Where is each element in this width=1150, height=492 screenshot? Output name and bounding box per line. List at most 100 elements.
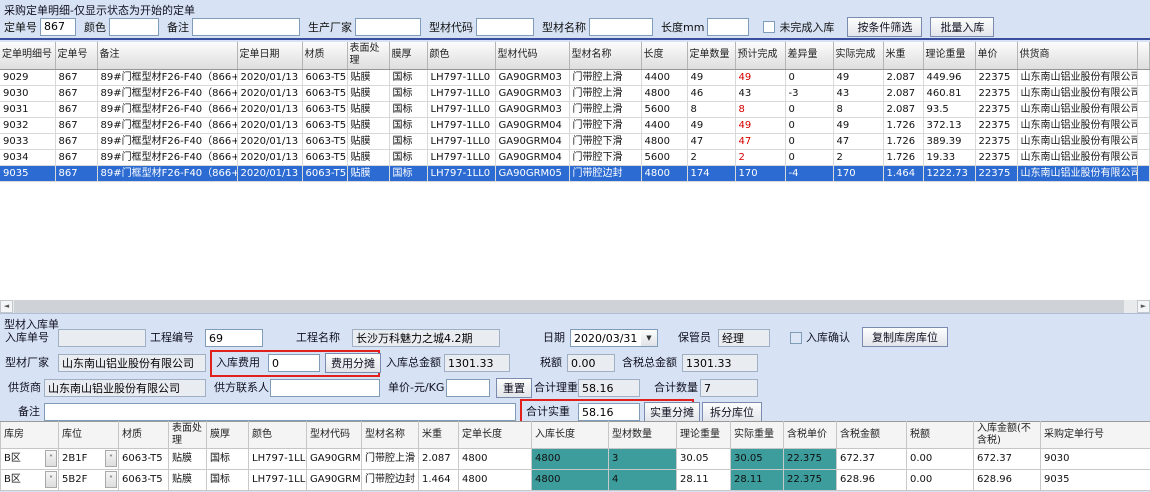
fee-field[interactable] — [268, 354, 320, 372]
column-header[interactable]: 长度 — [641, 42, 687, 69]
profile-code-input[interactable] — [476, 18, 534, 36]
cell[interactable]: 门带腔下滑 — [569, 117, 641, 133]
cell[interactable]: 门带腔上滑 — [362, 449, 419, 470]
cell[interactable]: 4800 — [641, 133, 687, 149]
cell[interactable]: 672.37 — [974, 449, 1041, 470]
cell[interactable]: LH797-1LL0 — [249, 470, 307, 491]
cell[interactable]: 1222.73 — [923, 165, 975, 181]
cell[interactable]: 6063-T5 — [302, 85, 347, 101]
tax-field[interactable] — [567, 354, 615, 372]
cell[interactable]: 89#门框型材F26-F40（866+867） — [97, 101, 237, 117]
cell[interactable]: 3 — [609, 449, 677, 470]
column-header[interactable]: 采购定单行号 — [1041, 422, 1150, 449]
cell[interactable]: ˅B区 — [1, 449, 59, 470]
cell[interactable]: 国标 — [389, 85, 427, 101]
cell[interactable]: 贴膜 — [347, 133, 389, 149]
cell[interactable]: 山东南山铝业股份有限公司 — [1017, 85, 1137, 101]
cell[interactable]: 30.05 — [677, 449, 731, 470]
column-header[interactable]: 表面处理 — [347, 42, 389, 69]
cell[interactable]: GA90GRM04 — [495, 117, 569, 133]
column-header[interactable]: 定单长度 — [459, 422, 532, 449]
column-header[interactable]: 预计完成 — [735, 42, 785, 69]
cell[interactable]: 山东南山铝业股份有限公司 — [1017, 149, 1137, 165]
scroll-left-button[interactable]: ◄ — [0, 300, 13, 313]
cell[interactable]: 9035 — [0, 165, 55, 181]
fee-share-button[interactable]: 费用分摊 — [325, 353, 381, 373]
cell[interactable]: 贴膜 — [169, 449, 207, 470]
cell[interactable]: 9034 — [0, 149, 55, 165]
cell[interactable]: 4800 — [532, 470, 609, 491]
cell[interactable]: 49 — [687, 117, 735, 133]
cell[interactable]: 89#门框型材F26-F40（866+867） — [97, 117, 237, 133]
cell[interactable]: 89#门框型材F26-F40（866+867） — [97, 85, 237, 101]
cell[interactable]: 49 — [833, 69, 883, 85]
column-header[interactable]: 颜色 — [427, 42, 495, 69]
table-row[interactable]: 903586789#门框型材F26-F40（866+867）2020/01/13… — [0, 165, 1150, 181]
cell[interactable]: 49 — [687, 69, 735, 85]
column-header[interactable]: 含税金额 — [837, 422, 907, 449]
cell[interactable]: ˅2B1F — [59, 449, 119, 470]
column-header[interactable]: 库位 — [59, 422, 119, 449]
table-row[interactable]: 902986789#门框型材F26-F40（866+867）2020/01/13… — [0, 69, 1150, 85]
tax-total-field[interactable] — [682, 354, 758, 372]
cell[interactable]: 89#门框型材F26-F40（866+867） — [97, 149, 237, 165]
cell[interactable]: 449.96 — [923, 69, 975, 85]
column-header[interactable]: 单价 — [975, 42, 1017, 69]
cell[interactable]: 1.726 — [883, 133, 923, 149]
factory-field[interactable] — [58, 354, 206, 372]
cell[interactable]: 2.087 — [883, 85, 923, 101]
cell[interactable]: 2020/01/13 — [237, 117, 302, 133]
cell[interactable]: 贴膜 — [347, 149, 389, 165]
cell[interactable]: 门带腔下滑 — [569, 149, 641, 165]
cell[interactable]: 0 — [785, 101, 833, 117]
cell[interactable]: 国标 — [207, 470, 249, 491]
cell[interactable]: 46 — [687, 85, 735, 101]
table-row[interactable]: 903386789#门框型材F26-F40（866+867）2020/01/13… — [0, 133, 1150, 149]
cell[interactable]: GA90GRM05 — [495, 165, 569, 181]
cell[interactable]: 9033 — [0, 133, 55, 149]
total-amount-field[interactable] — [444, 354, 510, 372]
cell[interactable]: 4800 — [641, 165, 687, 181]
table-row[interactable]: 903286789#门框型材F26-F40（866+867）2020/01/13… — [0, 117, 1150, 133]
cell[interactable]: 8 — [687, 101, 735, 117]
cell[interactable]: 2020/01/13 — [237, 85, 302, 101]
column-header[interactable]: 颜色 — [249, 422, 307, 449]
column-header[interactable]: 定单日期 — [237, 42, 302, 69]
cell[interactable]: 0 — [785, 149, 833, 165]
cell[interactable]: GA90GRM05 — [307, 470, 362, 491]
cell[interactable]: 47 — [687, 133, 735, 149]
cell[interactable]: 山东南山铝业股份有限公司 — [1017, 101, 1137, 117]
split-location-button[interactable]: 拆分库位 — [702, 402, 762, 422]
cell[interactable]: 170 — [735, 165, 785, 181]
table-row[interactable]: 903186789#门框型材F26-F40（866+867）2020/01/13… — [0, 101, 1150, 117]
cell[interactable]: 4800 — [459, 470, 532, 491]
cell[interactable]: 30.05 — [731, 449, 784, 470]
cell[interactable]: 19.33 — [923, 149, 975, 165]
actual-share-button[interactable]: 实重分摊 — [644, 402, 700, 422]
cell[interactable]: 867 — [55, 85, 97, 101]
column-header[interactable]: 定单明细号 — [0, 42, 55, 69]
cell[interactable]: 8 — [735, 101, 785, 117]
supplier-field[interactable] — [44, 379, 206, 397]
cell[interactable]: 6063-T5 — [302, 69, 347, 85]
cell[interactable]: 门带腔上滑 — [569, 85, 641, 101]
cell[interactable]: LH797-1LL0 — [427, 85, 495, 101]
cell[interactable]: 2020/01/13 — [237, 149, 302, 165]
cell[interactable]: GA90GRM04 — [495, 133, 569, 149]
column-header[interactable]: 米重 — [883, 42, 923, 69]
table-row[interactable]: 903086789#门框型材F26-F40（866+867）2020/01/13… — [0, 85, 1150, 101]
cell[interactable]: 国标 — [389, 149, 427, 165]
cell[interactable]: 国标 — [389, 165, 427, 181]
cell[interactable]: 43 — [833, 85, 883, 101]
column-header[interactable]: 型材代码 — [495, 42, 569, 69]
column-header[interactable]: 差异量 — [785, 42, 833, 69]
cell[interactable]: 28.11 — [677, 470, 731, 491]
actual-total-field[interactable] — [578, 403, 640, 421]
cell[interactable]: 贴膜 — [347, 85, 389, 101]
length-input[interactable] — [707, 18, 749, 36]
cell[interactable]: 2 — [735, 149, 785, 165]
cell[interactable]: 9031 — [0, 101, 55, 117]
cell[interactable]: 1.464 — [419, 470, 459, 491]
cell[interactable]: 国标 — [389, 69, 427, 85]
cell[interactable]: 1.726 — [883, 149, 923, 165]
